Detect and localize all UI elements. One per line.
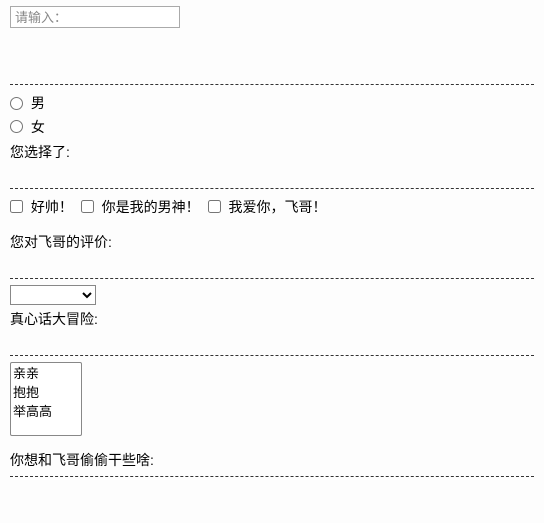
praise-result-label: 您对飞哥的评价: [10,232,534,252]
divider [10,278,534,279]
gender-section: 男 女 您选择了: [10,91,534,162]
actions-section: 亲亲 抱抱 举高高 你想和飞哥偷偷干些啥: [10,362,534,470]
text-input-section [10,6,534,28]
praise-label-3: 我爱你，飞哥！ [228,199,326,215]
truthdare-select[interactable] [10,285,96,305]
divider [10,188,534,189]
praise-checkbox-1[interactable] [10,200,23,213]
divider [10,476,534,477]
truthdare-section: 真心话大冒险: [10,285,534,329]
truthdare-result-label: 真心话大冒险: [10,309,534,329]
praise-checkbox-2[interactable] [81,200,94,213]
main-text-input[interactable] [10,6,180,28]
actions-result-label: 你想和飞哥偷偷干些啥: [10,450,534,470]
praise-section: 好帅！ 你是我的男神！ 我爱你，飞哥！ 您对飞哥的评价: [10,195,534,252]
divider [10,355,534,356]
gender-radio-female[interactable] [10,120,23,133]
gender-radio-male[interactable] [10,97,23,110]
actions-option-3: 举高高 [11,401,81,420]
actions-option-1: 亲亲 [11,363,81,382]
praise-checkbox-3[interactable] [208,200,221,213]
gender-result-label: 您选择了: [10,142,534,162]
gender-label-female: 女 [31,119,45,135]
divider [10,84,534,85]
praise-label-1: 好帅！ [31,199,73,215]
gender-label-male: 男 [31,95,45,111]
actions-option-2: 抱抱 [11,382,81,401]
actions-multiselect[interactable]: 亲亲 抱抱 举高高 [10,362,82,436]
praise-label-2: 你是我的男神！ [102,199,200,215]
